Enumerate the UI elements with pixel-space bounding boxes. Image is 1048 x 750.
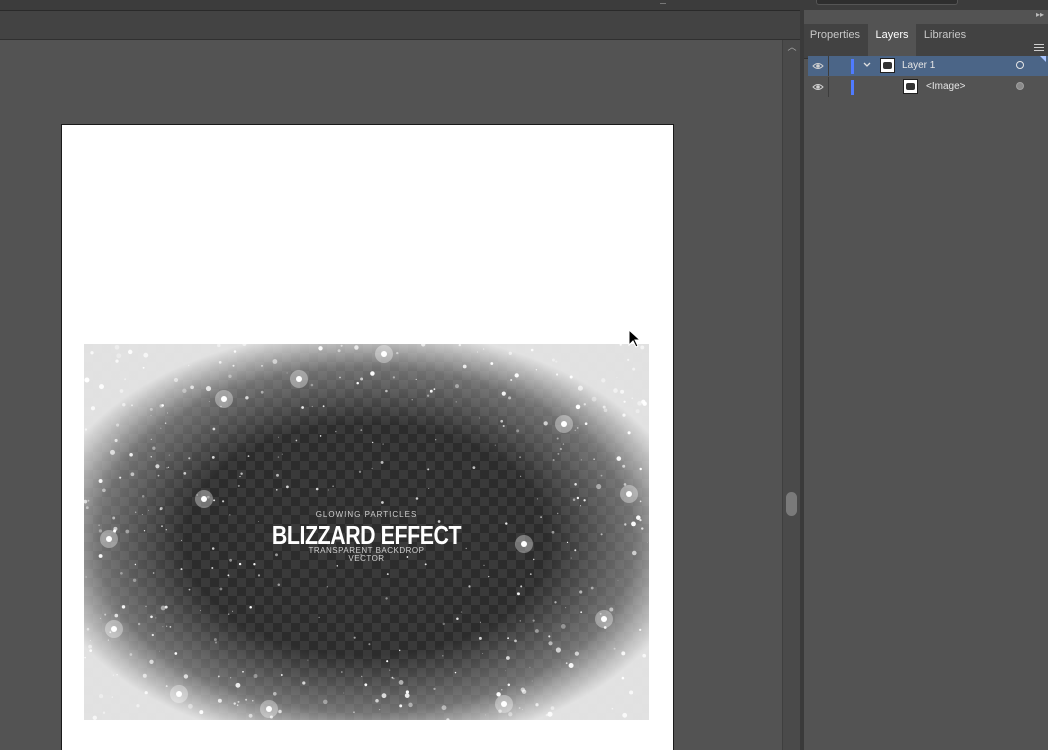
panel-menu-icon[interactable] <box>1034 44 1044 52</box>
layer-name[interactable]: <Image> <box>926 81 965 92</box>
search-field[interactable] <box>816 0 958 5</box>
vertical-scrollbar[interactable]: ︿ <box>782 40 801 750</box>
eye-icon[interactable] <box>812 61 824 71</box>
layer-thumbnail-icon <box>903 79 918 94</box>
tab-layers[interactable]: Layers <box>868 24 916 58</box>
tab-properties[interactable]: Properties <box>804 24 866 58</box>
scroll-up-icon[interactable]: ︿ <box>787 42 797 52</box>
layer-color-bar <box>851 80 854 95</box>
artboard[interactable]: GLOWING PARTICLES BLIZZARD EFFECT TRANSP… <box>61 124 674 750</box>
placed-image-artwork[interactable]: GLOWING PARTICLES BLIZZARD EFFECT TRANSP… <box>84 344 649 720</box>
selection-corner-indicator <box>1040 56 1046 62</box>
visibility-column-divider <box>828 56 829 76</box>
layer-row-layer-1[interactable]: Layer 1 <box>808 56 1048 76</box>
layer-thumbnail-icon <box>880 58 895 73</box>
artwork-caption-line2: VECTOR <box>348 554 385 563</box>
eye-icon[interactable] <box>812 82 824 92</box>
document-tab-bar <box>0 11 800 40</box>
scrollbar-thumb[interactable] <box>786 492 797 516</box>
toolbar-divider <box>660 0 666 4</box>
layer-color-bar <box>851 59 854 74</box>
layer-row-image[interactable]: <Image> <box>808 77 1048 97</box>
layer-name[interactable]: Layer 1 <box>902 60 935 71</box>
tab-libraries[interactable]: Libraries <box>917 24 973 58</box>
target-circle-icon[interactable] <box>1016 82 1024 90</box>
tab-label: Layers <box>875 29 909 41</box>
artwork-subtitle: GLOWING PARTICLES <box>315 510 418 519</box>
tab-label: Properties <box>809 29 861 41</box>
chevron-down-icon[interactable] <box>861 59 873 71</box>
target-circle-icon[interactable] <box>1016 61 1024 69</box>
panel-tab-bar: Properties Layers Libraries <box>804 24 1048 59</box>
visibility-column-divider <box>828 77 829 97</box>
layers-panel: ▸▸ Properties Layers Libraries Layer 1 <… <box>804 10 1048 750</box>
cursor-arrow-icon <box>628 329 642 348</box>
tab-label: Libraries <box>923 29 967 41</box>
collapse-panels-icon[interactable]: ▸▸ <box>1036 10 1044 19</box>
canvas-area[interactable]: GLOWING PARTICLES BLIZZARD EFFECT TRANSP… <box>0 40 782 750</box>
